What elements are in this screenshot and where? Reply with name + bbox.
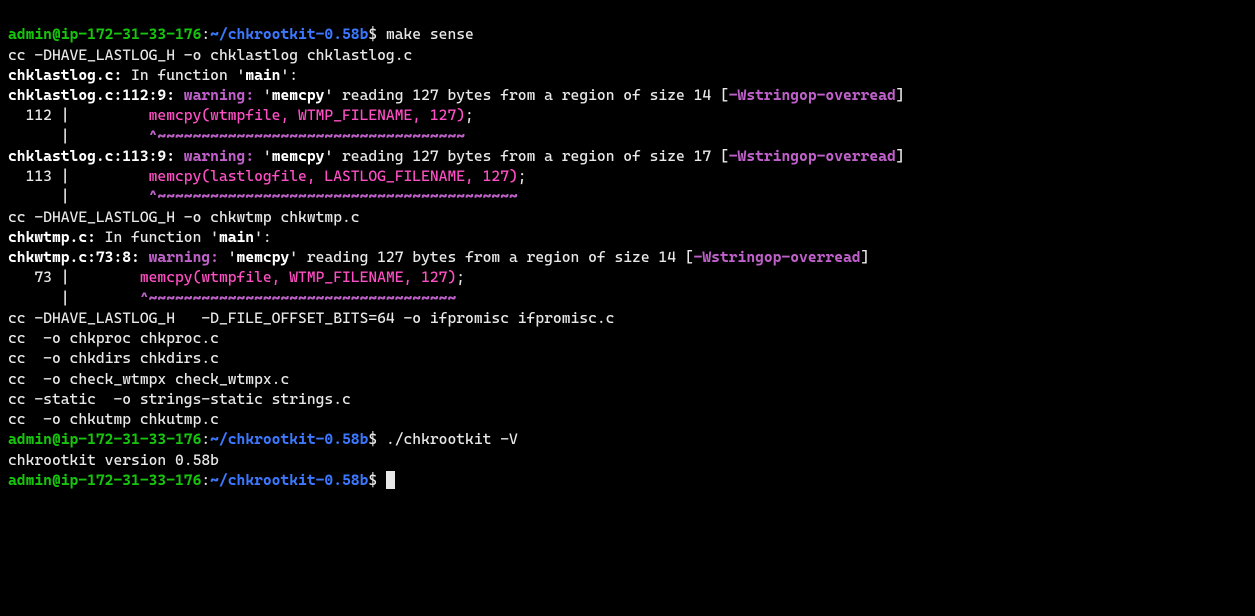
output-span: chklastlog.c:112:9: bbox=[8, 86, 175, 104]
output-span: -Wstringop-overread bbox=[694, 248, 861, 266]
output-span: ^~~~~~~~~~~~~~~~~~~~~~~~~~~~~~~~~~~~~~~~… bbox=[149, 187, 518, 205]
output-span: memcpy bbox=[272, 86, 325, 104]
output-line: cc -DHAVE_LASTLOG_H -o chklastlog chklas… bbox=[8, 45, 1247, 65]
output-line: cc -static -o strings-static strings.c bbox=[8, 389, 1247, 409]
prompt-line[interactable]: admin@ip-172-31-33-176:~/chkrootkit-0.58… bbox=[8, 24, 1247, 44]
output-span: memcpy bbox=[272, 147, 325, 165]
output-line: cc -DHAVE_LASTLOG_H -o chkwtmp chkwtmp.c bbox=[8, 207, 1247, 227]
output-span: 112 | bbox=[8, 106, 149, 124]
output-span: | bbox=[8, 127, 149, 145]
output-span: chkwtmp.c:73:8: bbox=[8, 248, 140, 266]
output-line: | ^~~~~~~~~~~~~~~~~~~~~~~~~~~~~~~~~~~~ bbox=[8, 288, 1247, 308]
prompt-path: ~/chkrootkit-0.58b bbox=[210, 430, 368, 448]
output-line: | ^~~~~~~~~~~~~~~~~~~~~~~~~~~~~~~~~~~~~~… bbox=[8, 186, 1247, 206]
output-span: ] bbox=[861, 248, 870, 266]
output-span: ; bbox=[518, 167, 527, 185]
output-span: main bbox=[219, 228, 254, 246]
prompt-sigil: $ bbox=[368, 430, 386, 448]
output-span: ] bbox=[896, 86, 905, 104]
output-span: warning: bbox=[149, 248, 228, 266]
output-span: ' bbox=[228, 248, 237, 266]
output-span: ' reading 127 bytes from a region of siz… bbox=[324, 86, 728, 104]
output-span: | bbox=[8, 187, 149, 205]
prompt-user-host: admin@ip-172-31-33-176 bbox=[8, 25, 201, 43]
output-span: -Wstringop-overread bbox=[729, 86, 896, 104]
output-line: cc -DHAVE_LASTLOG_H -D_FILE_OFFSET_BITS=… bbox=[8, 308, 1247, 328]
output-line: chklastlog.c: In function 'main': bbox=[8, 65, 1247, 85]
prompt-sep: : bbox=[201, 471, 210, 489]
prompt-user-host: admin@ip-172-31-33-176 bbox=[8, 430, 201, 448]
output-span: ; bbox=[456, 268, 465, 286]
output-span: memcpy(wtmpfile, WTMP_FILENAME, 127) bbox=[149, 106, 465, 124]
output-line: chkwtmp.c: In function 'main': bbox=[8, 227, 1247, 247]
output-span: ; bbox=[465, 106, 474, 124]
output-span: chklastlog.c:113:9: bbox=[8, 147, 175, 165]
output-span: main bbox=[245, 66, 280, 84]
output-line: chkwtmp.c:73:8: warning: 'memcpy' readin… bbox=[8, 247, 1247, 267]
output-line: cc -o chkdirs chkdirs.c bbox=[8, 348, 1247, 368]
output-line: cc -o chkproc chkproc.c bbox=[8, 328, 1247, 348]
output-span: ^~~~~~~~~~~~~~~~~~~~~~~~~~~~~~~~~~~~ bbox=[140, 289, 456, 307]
output-line: chklastlog.c:113:9: warning: 'memcpy' re… bbox=[8, 146, 1247, 166]
output-line: chklastlog.c:112:9: warning: 'memcpy' re… bbox=[8, 85, 1247, 105]
output-span: -Wstringop-overread bbox=[729, 147, 896, 165]
output-line: cc -o chkutmp chkutmp.c bbox=[8, 409, 1247, 429]
output-span: | bbox=[8, 289, 140, 307]
output-span: warning: bbox=[184, 86, 263, 104]
output-span: ] bbox=[896, 147, 905, 165]
terminal-output: admin@ip-172-31-33-176:~/chkrootkit-0.58… bbox=[8, 24, 1247, 490]
output-span: memcpy(wtmpfile, WTMP_FILENAME, 127) bbox=[140, 268, 456, 286]
output-span: chklastlog.c: bbox=[8, 66, 122, 84]
prompt-path: ~/chkrootkit-0.58b bbox=[210, 471, 368, 489]
output-span: ': bbox=[254, 228, 272, 246]
prompt-sigil: $ bbox=[368, 25, 386, 43]
prompt-sep: : bbox=[201, 25, 210, 43]
output-span: memcpy bbox=[237, 248, 290, 266]
cursor bbox=[386, 471, 395, 489]
output-span bbox=[175, 147, 184, 165]
output-line: | ^~~~~~~~~~~~~~~~~~~~~~~~~~~~~~~~~~~~ bbox=[8, 126, 1247, 146]
prompt-command[interactable]: ./chkrootkit -V bbox=[386, 430, 518, 448]
output-span: ' reading 127 bytes from a region of siz… bbox=[289, 248, 693, 266]
prompt-line[interactable]: admin@ip-172-31-33-176:~/chkrootkit-0.58… bbox=[8, 470, 1247, 490]
output-span: 73 | bbox=[8, 268, 140, 286]
output-span bbox=[175, 86, 184, 104]
output-span: ': bbox=[280, 66, 298, 84]
output-span: ' bbox=[263, 86, 272, 104]
output-span: 113 | bbox=[8, 167, 149, 185]
output-span: chkwtmp.c: bbox=[8, 228, 96, 246]
output-line: chkrootkit version 0.58b bbox=[8, 450, 1247, 470]
output-line: 113 | memcpy(lastlogfile, LASTLOG_FILENA… bbox=[8, 166, 1247, 186]
output-span: ^~~~~~~~~~~~~~~~~~~~~~~~~~~~~~~~~~~~ bbox=[149, 127, 465, 145]
prompt-line[interactable]: admin@ip-172-31-33-176:~/chkrootkit-0.58… bbox=[8, 429, 1247, 449]
prompt-sep: : bbox=[201, 430, 210, 448]
output-span: ' reading 127 bytes from a region of siz… bbox=[324, 147, 728, 165]
output-line: 112 | memcpy(wtmpfile, WTMP_FILENAME, 12… bbox=[8, 105, 1247, 125]
output-span: warning: bbox=[184, 147, 263, 165]
output-line: cc -o check_wtmpx check_wtmpx.c bbox=[8, 369, 1247, 389]
prompt-command[interactable]: make sense bbox=[386, 25, 474, 43]
prompt-user-host: admin@ip-172-31-33-176 bbox=[8, 471, 201, 489]
output-line: 73 | memcpy(wtmpfile, WTMP_FILENAME, 127… bbox=[8, 267, 1247, 287]
prompt-sigil: $ bbox=[368, 471, 386, 489]
output-span: ' bbox=[263, 147, 272, 165]
output-span: memcpy(lastlogfile, LASTLOG_FILENAME, 12… bbox=[149, 167, 518, 185]
output-span bbox=[140, 248, 149, 266]
prompt-path: ~/chkrootkit-0.58b bbox=[210, 25, 368, 43]
output-span: In function ' bbox=[96, 228, 219, 246]
output-span: In function ' bbox=[122, 66, 245, 84]
